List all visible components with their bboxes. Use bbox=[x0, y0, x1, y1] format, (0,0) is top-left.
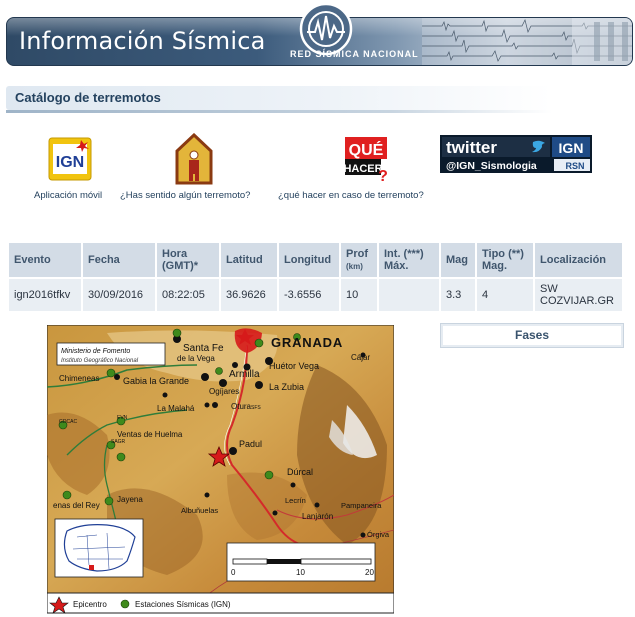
que-hacer-icon: QUÉ HACER ? bbox=[343, 135, 389, 183]
label-arenas: enas del Rey bbox=[53, 501, 100, 510]
ign-app-icon: IGN bbox=[48, 137, 92, 181]
col-int-sub: Máx. bbox=[384, 260, 409, 272]
legend-estaciones: Estaciones Sísmicas (IGN) bbox=[135, 600, 231, 609]
col-hora-label: Hora bbox=[162, 248, 188, 260]
col-int: Int. (***) Máx. bbox=[379, 243, 439, 277]
svg-text:?: ? bbox=[378, 168, 388, 183]
label-sfsdi: SFS bbox=[251, 405, 261, 411]
cell-prof: 10 bbox=[341, 279, 377, 311]
col-prof-label: Prof bbox=[346, 248, 368, 260]
mobile-app-label[interactable]: Aplicación móvil bbox=[34, 190, 102, 201]
label-albunuelas: Albuñuelas bbox=[181, 506, 218, 515]
house-person-icon bbox=[175, 133, 213, 185]
twitter-ign-icon: twitter IGN @IGN_Sismologia RSN bbox=[440, 135, 592, 173]
cell-int bbox=[379, 279, 439, 311]
twitter-ign-word: IGN bbox=[559, 140, 584, 156]
twitter-rsn-word: RSN bbox=[565, 161, 584, 171]
label-durcal: Dúrcal bbox=[287, 467, 313, 477]
col-localizacion: Localización bbox=[535, 243, 622, 277]
catalog-title: Catálogo de terremotos bbox=[15, 90, 161, 105]
cell-latitud: 36.9626 bbox=[221, 279, 277, 311]
scale-twenty: 20 bbox=[365, 568, 374, 577]
label-orgiva: Órgiva bbox=[367, 530, 390, 539]
legend-station-icon bbox=[120, 599, 130, 609]
label-sagr: SAGR bbox=[111, 439, 126, 445]
cell-localizacion-1: SW bbox=[540, 283, 558, 295]
table-header-row: Evento Fecha Hora (GMT)* Latitud Longitu… bbox=[9, 243, 622, 277]
rsn-logo-icon bbox=[299, 2, 353, 56]
hacer-icon-text: HACER bbox=[343, 163, 382, 175]
label-jayena: Jayena bbox=[117, 495, 143, 504]
label-lecrin: Lecrín bbox=[285, 496, 306, 505]
col-prof-sub: (km) bbox=[346, 262, 363, 271]
label-huetor: Huétor Vega bbox=[269, 361, 319, 371]
label-granada: GRANADA bbox=[271, 335, 343, 350]
col-hora-sub: (GMT)* bbox=[162, 260, 199, 272]
fases-button[interactable]: Fases bbox=[440, 323, 624, 348]
ministry-line-1: Ministerio de Fomento bbox=[61, 348, 130, 355]
cell-hora: 08:22:05 bbox=[157, 279, 219, 311]
label-armilla: Armilla bbox=[229, 369, 260, 380]
label-la-malaha: La Malahá bbox=[157, 404, 195, 413]
cell-tipo: 4 bbox=[477, 279, 533, 311]
seismogram-graphic bbox=[422, 18, 632, 65]
label-ventas: Ventas de Huelma bbox=[117, 430, 183, 439]
label-ogijares: Ogíjares bbox=[209, 387, 239, 396]
col-fecha: Fecha bbox=[83, 243, 155, 277]
page-title: Información Sísmica bbox=[19, 27, 266, 55]
que-icon-text: QUÉ bbox=[349, 140, 384, 159]
label-la-zubia: La Zubia bbox=[269, 382, 304, 392]
label-padul: Padul bbox=[239, 439, 262, 449]
what-to-do-label[interactable]: ¿qué hacer en caso de terremoto? bbox=[278, 190, 424, 201]
scale-zero: 0 bbox=[231, 568, 236, 577]
col-longitud: Longitud bbox=[279, 243, 339, 277]
label-otura: Otura bbox=[231, 402, 252, 411]
cell-mag: 3.3 bbox=[441, 279, 475, 311]
col-evento: Evento bbox=[9, 243, 81, 277]
legend-epicentro: Epicentro bbox=[73, 600, 107, 609]
label-evn: EVN bbox=[117, 415, 128, 421]
table-row: ign2016tfkv 30/09/2016 08:22:05 36.9626 … bbox=[9, 279, 622, 311]
felt-earthquake-label[interactable]: ¿Has sentido algún terremoto? bbox=[120, 190, 250, 201]
ign-app-icon-text: IGN bbox=[56, 154, 84, 171]
twitter-word: twitter bbox=[446, 138, 497, 157]
cell-localizacion: SW COZVIJAR.GR bbox=[535, 279, 622, 311]
network-name: RED SÍSMICA NACIONAL bbox=[290, 49, 419, 59]
scale-ten: 10 bbox=[296, 568, 305, 577]
label-chimeneas: Chimeneas bbox=[59, 374, 99, 383]
label-cajar: Cájar bbox=[351, 353, 370, 362]
label-santa-fe: Santa Fe bbox=[183, 343, 224, 354]
col-prof: Prof (km) bbox=[341, 243, 377, 277]
col-hora: Hora (GMT)* bbox=[157, 243, 219, 277]
label-gabia: Gabia la Grande bbox=[123, 376, 189, 386]
cell-evento: ign2016tfkv bbox=[9, 279, 81, 311]
ministry-line-2: Instituto Geográfico Nacional bbox=[61, 358, 139, 364]
events-table: Evento Fecha Hora (GMT)* Latitud Longitu… bbox=[7, 241, 624, 313]
col-int-label: Int. (***) bbox=[384, 248, 424, 260]
col-mag: Mag bbox=[441, 243, 475, 277]
cell-localizacion-2: COZVIJAR.GR bbox=[540, 295, 614, 307]
label-gdcac: GDCAC bbox=[59, 419, 77, 425]
col-tipo: Tipo (**) Mag. bbox=[477, 243, 533, 277]
cell-longitud: -3.6556 bbox=[279, 279, 339, 311]
label-vega: de la Vega bbox=[177, 354, 215, 363]
label-lanjaron: Lanjarón bbox=[302, 512, 333, 521]
col-latitud: Latitud bbox=[221, 243, 277, 277]
col-tipo-label: Tipo (**) bbox=[482, 248, 524, 260]
col-tipo-sub: Mag. bbox=[482, 260, 508, 272]
twitter-handle: @IGN_Sismologia bbox=[446, 160, 537, 172]
epicenter-map[interactable]: Ministerio de Fomento Instituto Geográfi… bbox=[47, 325, 394, 614]
label-pampaneira: Pampaneira bbox=[341, 501, 382, 510]
cell-fecha: 30/09/2016 bbox=[83, 279, 155, 311]
